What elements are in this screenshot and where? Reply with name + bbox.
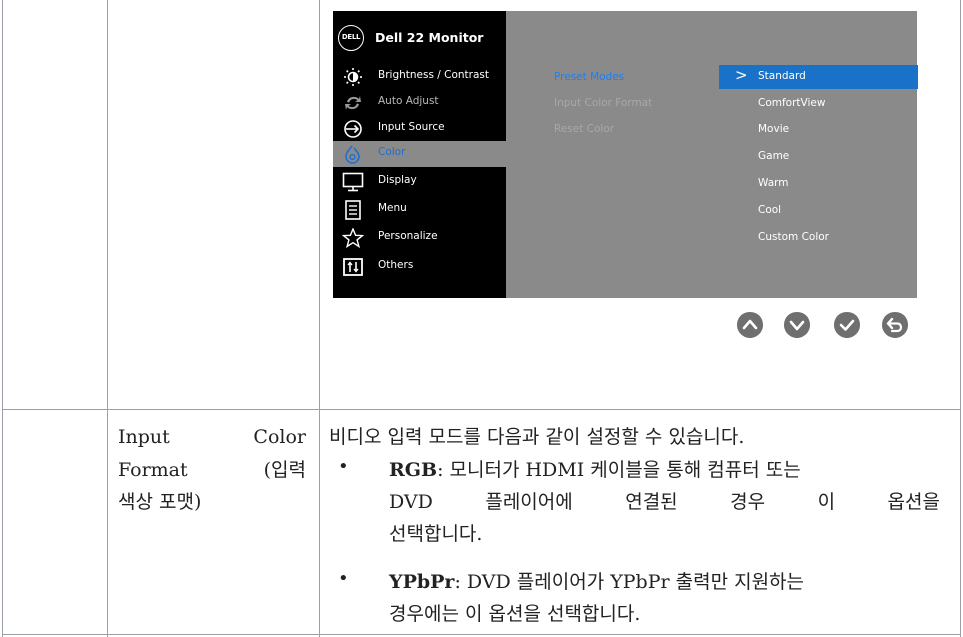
option-game[interactable]: Game: [719, 145, 918, 169]
submenu-input-color-format[interactable]: Input Color Format: [554, 97, 652, 109]
color-icon: [345, 145, 360, 164]
bullet-icon: •: [338, 456, 349, 477]
input-source-icon: [344, 120, 362, 138]
table-divider-1: [107, 0, 108, 637]
ypbpr-term: YPbPr: [389, 571, 455, 593]
rgb-desc-text-1: : 모니터가 HDMI 케이블을 통해 컴퓨터 또는: [437, 459, 801, 481]
description-intro: 비디오 입력 모드를 다음과 같이 설정할 수 있습니다.: [329, 426, 745, 448]
menu-label-auto-adjust: Auto Adjust: [378, 95, 439, 107]
option-label: Custom Color: [758, 231, 829, 243]
display-icon: [342, 172, 364, 192]
dell-logo: DELL: [338, 25, 364, 51]
option-movie[interactable]: Movie: [719, 118, 918, 142]
menu-item-others[interactable]: Others: [333, 254, 506, 280]
table-border-left: [2, 0, 3, 637]
menu-item-menu[interactable]: Menu: [333, 197, 506, 223]
up-button-icon[interactable]: [736, 311, 764, 339]
osd-menu: DELL Dell 22 Monitor Brightness / Contra…: [333, 11, 918, 298]
bullet-icon: •: [338, 568, 349, 589]
menu-label-menu: Menu: [378, 202, 407, 214]
setting-name-line3: 색상 포맷): [118, 491, 202, 513]
option-label: Warm: [758, 177, 789, 189]
rgb-term: RGB: [389, 459, 438, 481]
option-standard[interactable]: > Standard: [719, 65, 918, 89]
option-label: Standard: [758, 70, 806, 82]
down-button-icon[interactable]: [783, 311, 811, 339]
menu-label-input-source: Input Source: [378, 121, 445, 133]
option-label: Movie: [758, 123, 790, 135]
back-button-icon[interactable]: [881, 311, 909, 339]
setting-name-line2: Format (입력: [118, 455, 306, 486]
ypbpr-desc-line2: 경우에는 이 옵션을 선택합니다.: [389, 603, 641, 625]
submenu-preset-modes[interactable]: Preset Modes: [554, 71, 624, 83]
setting-name-word-format: Format: [118, 459, 188, 481]
menu-icon: [345, 200, 361, 220]
menu-item-brightness-contrast[interactable]: Brightness / Contrast: [333, 64, 506, 90]
option-custom-color[interactable]: Custom Color: [719, 226, 918, 250]
rgb-desc-line2: DVD 플레이어에 연결된 경우 이 옵션을: [389, 491, 940, 513]
option-cool[interactable]: Cool: [719, 199, 918, 223]
menu-label-display: Display: [378, 174, 417, 186]
option-warm[interactable]: Warm: [719, 172, 918, 196]
menu-label-brightness-contrast: Brightness / Contrast: [378, 69, 490, 81]
table-border-right: [960, 0, 961, 637]
menu-item-personalize[interactable]: Personalize: [333, 225, 506, 251]
ypbpr-desc-line1: YPbPr: DVD 플레이어가 YPbPr 출력만 지원하는: [389, 567, 949, 598]
setting-name-word-input: Input: [118, 426, 170, 448]
rgb-desc-line1: RGB: 모니터가 HDMI 케이블을 통해 컴퓨터 또는: [389, 455, 949, 486]
auto-adjust-icon: [345, 96, 361, 110]
menu-item-display[interactable]: Display: [333, 169, 506, 195]
osd-main-menu: DELL Dell 22 Monitor Brightness / Contra…: [333, 11, 506, 298]
ypbpr-desc-text-1: : DVD 플레이어가 YPbPr 출력만 지원하는: [454, 571, 805, 593]
selected-caret-icon: >: [735, 66, 748, 84]
menu-label-color: Color: [378, 146, 406, 158]
table-row-separator: [2, 409, 961, 410]
menu-label-personalize: Personalize: [378, 230, 438, 242]
personalize-icon: [342, 228, 364, 248]
setting-name-word-color: Color: [253, 426, 306, 448]
osd-title: Dell 22 Monitor: [375, 30, 484, 45]
table-border-bottom: [2, 634, 961, 635]
brightness-icon: [344, 68, 362, 86]
option-label: Game: [758, 150, 790, 162]
menu-label-others: Others: [378, 259, 414, 271]
osd-header: DELL Dell 22 Monitor: [333, 25, 506, 53]
menu-item-color[interactable]: Color: [333, 141, 506, 167]
option-label: ComfortView: [758, 97, 826, 109]
check-button-icon[interactable]: [833, 311, 861, 339]
submenu-reset-color[interactable]: Reset Color: [554, 123, 614, 135]
setting-name-line1: Input Color: [118, 422, 306, 453]
rgb-desc-line3: 선택합니다.: [389, 523, 483, 545]
setting-name-word-ipryeok: (입력: [263, 459, 306, 481]
option-comfortview[interactable]: ComfortView: [719, 92, 918, 116]
menu-item-input-source[interactable]: Input Source: [333, 116, 506, 142]
table-divider-2: [319, 0, 320, 637]
others-icon: [343, 258, 363, 276]
menu-item-auto-adjust[interactable]: Auto Adjust: [333, 90, 506, 116]
option-label: Cool: [758, 204, 782, 216]
